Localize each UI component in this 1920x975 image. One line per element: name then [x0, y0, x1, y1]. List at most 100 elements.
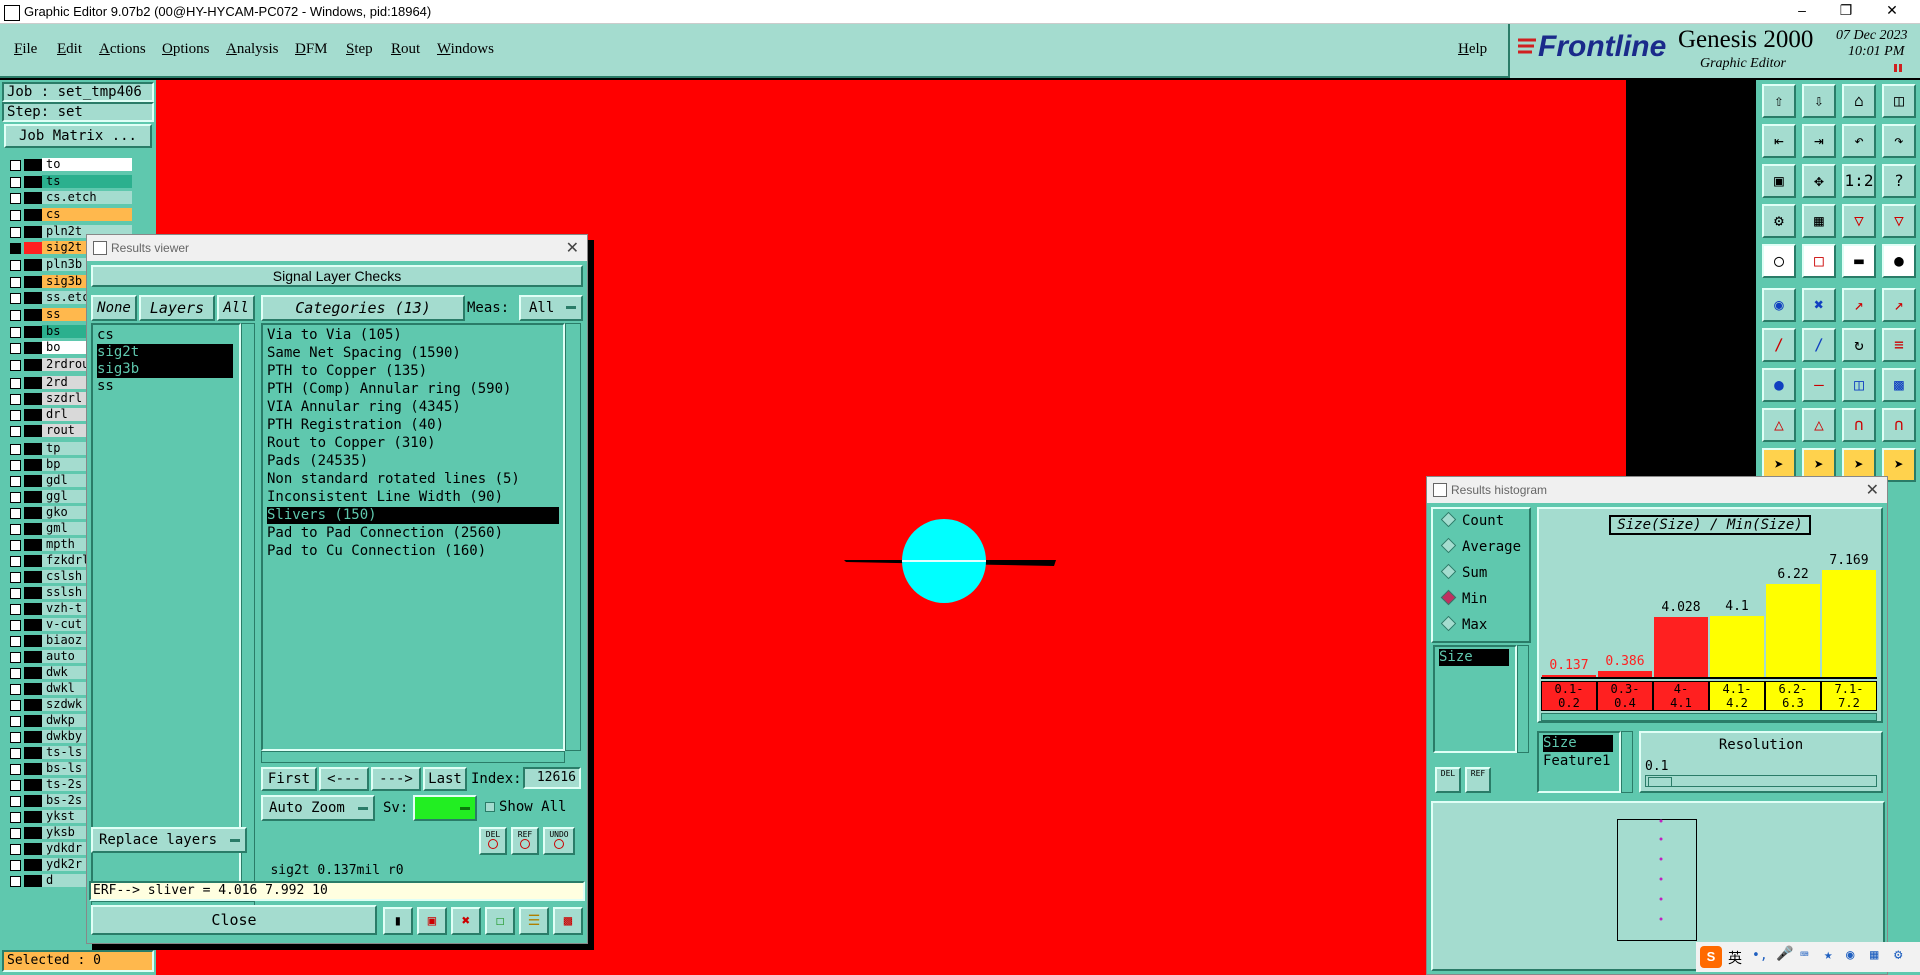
category-item[interactable]: PTH Registration (40)	[267, 417, 444, 434]
histogram-bar[interactable]	[1766, 584, 1820, 677]
menu-windows[interactable]: Windows	[437, 41, 494, 58]
layer-checkbox[interactable]	[10, 572, 21, 583]
settings-icon[interactable]: ⚙	[1894, 947, 1902, 963]
move-right-icon[interactable]: ⇥	[1802, 124, 1836, 158]
layer-checkbox[interactable]	[10, 492, 21, 503]
attribute-scrollbar[interactable]	[1517, 645, 1529, 753]
layer-checkbox[interactable]	[10, 812, 21, 823]
field-item-feature1[interactable]: Feature1	[1543, 753, 1610, 770]
layer-checkbox[interactable]	[10, 243, 21, 254]
layer-checkbox[interactable]	[10, 394, 21, 405]
report-icon[interactable]: ▣	[417, 907, 447, 935]
layer-checkbox[interactable]	[10, 524, 21, 535]
layer-checkbox[interactable]	[10, 177, 21, 188]
category-item[interactable]: Inconsistent Line Width (90)	[267, 489, 503, 506]
layer-name[interactable]: to	[42, 158, 132, 171]
attribute-list[interactable]: Size	[1433, 645, 1517, 753]
menu-edit[interactable]: Edit	[57, 41, 82, 58]
category-item[interactable]: PTH (Comp) Annular ring (590)	[267, 381, 511, 398]
link-icon[interactable]: ↗	[1882, 288, 1916, 322]
arrow-up-icon[interactable]: △	[1802, 408, 1836, 442]
layer-checkbox[interactable]	[10, 378, 21, 389]
layer-list-item[interactable]: cs	[97, 327, 114, 344]
cross-icon[interactable]: ✖	[1802, 288, 1836, 322]
layer-list-item[interactable]: sig2t	[97, 344, 233, 361]
keyboard-icon[interactable]: ⌨	[1800, 947, 1808, 963]
line-alt-icon[interactable]: ∕	[1802, 328, 1836, 362]
categories-list[interactable]: Via to Via (105) Same Net Spacing (1590) P…	[261, 323, 565, 751]
category-item[interactable]: Pads (24535)	[267, 453, 368, 470]
move-feature-icon[interactable]: ●	[1762, 368, 1796, 402]
layer-checkbox[interactable]	[10, 668, 21, 679]
menu-analysis[interactable]: Analysis	[226, 41, 279, 58]
layer-checkbox[interactable]	[10, 588, 21, 599]
download-icon[interactable]: ⇩	[1802, 84, 1836, 118]
category-item[interactable]: PTH to Copper (135)	[267, 363, 427, 380]
layer-checkbox[interactable]	[10, 700, 21, 711]
chart-icon[interactable]: ▩	[553, 907, 583, 935]
menu-options[interactable]: Options	[162, 41, 210, 58]
layer-checkbox[interactable]	[10, 684, 21, 695]
minimize-icon[interactable]: –	[1782, 2, 1822, 18]
histogram-hscrollbar[interactable]	[1541, 713, 1877, 721]
layer-checkbox[interactable]	[10, 540, 21, 551]
last-button[interactable]: Last	[423, 767, 467, 791]
photo-icon[interactable]: ◯	[1762, 244, 1796, 278]
replace-layers-dropdown[interactable]: Replace layers	[91, 827, 247, 853]
layer-checkbox[interactable]	[10, 844, 21, 855]
microphone-icon[interactable]: 🎤	[1776, 946, 1793, 962]
move-left-icon[interactable]: ⇤	[1762, 124, 1796, 158]
field-list-scrollbar[interactable]	[1621, 731, 1633, 793]
radio-icon[interactable]	[1440, 511, 1457, 528]
layer-name[interactable]: cs.etch	[42, 191, 132, 204]
show-all-checkbox[interactable]	[485, 802, 495, 812]
layer-checkbox[interactable]	[10, 876, 21, 887]
histogram-tool-icon[interactable]: ▮	[383, 907, 413, 935]
field-item-size[interactable]: Size	[1543, 735, 1613, 752]
export-icon[interactable]: ☐	[485, 907, 515, 935]
category-item[interactable]: Pad to Cu Connection (160)	[267, 543, 486, 560]
menu-dfm[interactable]: DFM	[295, 41, 328, 58]
stat-option-count[interactable]: Count	[1440, 511, 1504, 529]
layers-button[interactable]: Layers	[139, 295, 215, 321]
field-list[interactable]: Size Feature1	[1537, 731, 1621, 793]
category-item[interactable]: Pad to Pad Connection (2560)	[267, 525, 503, 542]
layer-checkbox[interactable]	[10, 293, 21, 304]
layer-checkbox[interactable]	[10, 210, 21, 221]
all-button[interactable]: All	[217, 295, 255, 321]
layer-row[interactable]: cs.etch	[6, 191, 156, 205]
layer-checkbox[interactable]	[10, 796, 21, 807]
layer-checkbox[interactable]	[10, 860, 21, 871]
categories-hscrollbar[interactable]	[261, 751, 565, 763]
layer-checkbox[interactable]	[10, 460, 21, 471]
node-icon[interactable]: ◉	[1762, 288, 1796, 322]
help-icon[interactable]: ?	[1882, 164, 1916, 198]
layer-row[interactable]: cs	[6, 208, 156, 222]
layer-checkbox[interactable]	[10, 426, 21, 437]
index-field[interactable]: 12616	[523, 767, 581, 789]
triangle-icon[interactable]: △	[1762, 408, 1796, 442]
layer-checkbox[interactable]	[10, 193, 21, 204]
snap-icon[interactable]: ⚙	[1762, 204, 1796, 238]
split-view-icon[interactable]: ◫	[1882, 84, 1916, 118]
layer-name[interactable]: cs	[42, 208, 132, 221]
layer-name[interactable]: ts	[42, 175, 132, 188]
menu-file[interactable]: File	[14, 41, 37, 58]
layer-checkbox[interactable]	[10, 343, 21, 354]
redo-icon[interactable]: ↷	[1882, 124, 1916, 158]
menu-help[interactable]: Help	[1458, 41, 1487, 58]
layer-row[interactable]: to	[6, 158, 156, 172]
categories-scrollbar[interactable]	[565, 323, 581, 751]
category-item[interactable]: Via to Via (105)	[267, 327, 402, 344]
line-draw-icon[interactable]: —	[1802, 368, 1836, 402]
first-button[interactable]: First	[261, 767, 317, 791]
toolbox-icon[interactable]: ◉	[1846, 947, 1854, 963]
resolution-slider[interactable]	[1645, 775, 1877, 787]
layer-checkbox[interactable]	[10, 620, 21, 631]
layer-checkbox[interactable]	[10, 732, 21, 743]
grid-icon[interactable]: ▦	[1870, 947, 1878, 963]
close-button[interactable]: Close	[91, 905, 377, 935]
layer-checkbox[interactable]	[10, 277, 21, 288]
layer-checkbox[interactable]	[10, 604, 21, 615]
measure-icon[interactable]: ▬	[1842, 244, 1876, 278]
